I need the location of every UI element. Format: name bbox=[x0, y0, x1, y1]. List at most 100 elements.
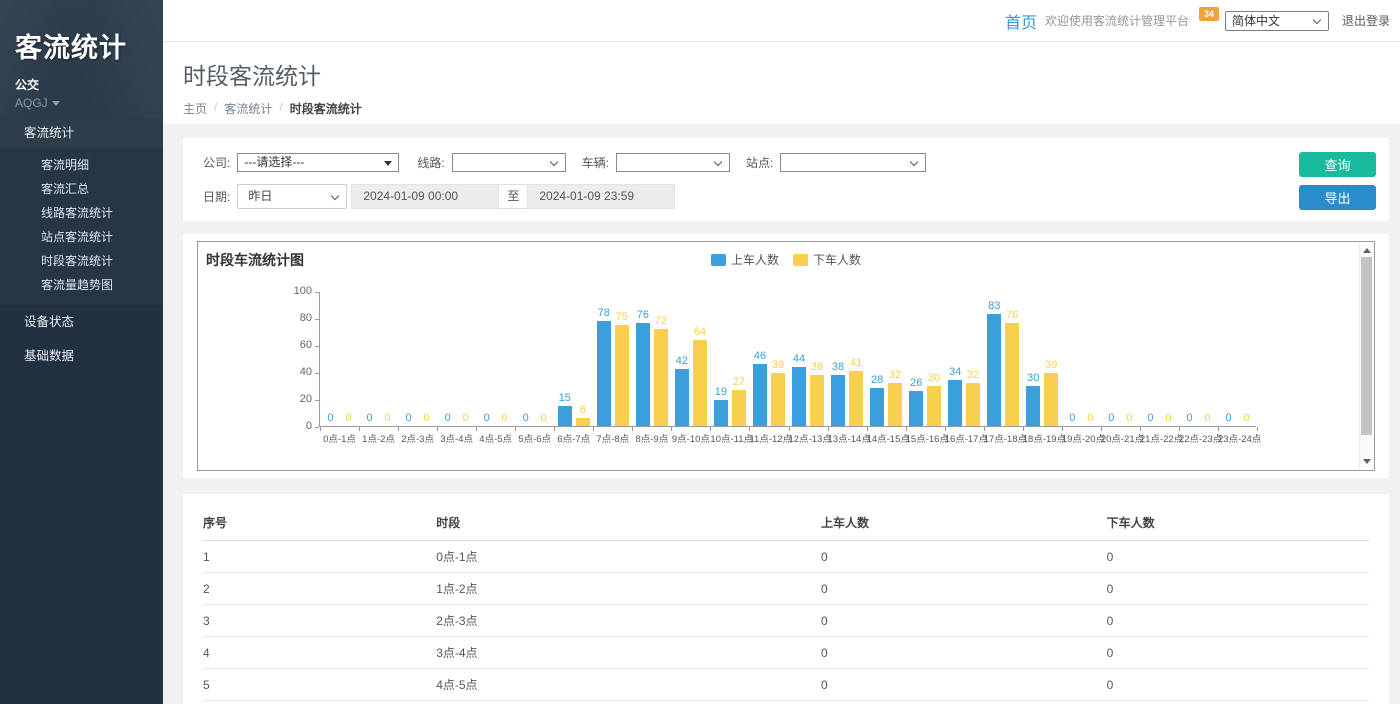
table-cell: 0 bbox=[1107, 541, 1369, 573]
table-cell: 0 bbox=[1107, 669, 1369, 701]
bar: 32 bbox=[966, 383, 980, 426]
bar-group: 7672 bbox=[632, 291, 671, 426]
bar-group: 00 bbox=[1218, 291, 1257, 426]
sidebar-item-station-stats[interactable]: 站点客流统计 bbox=[0, 225, 163, 249]
table-row: 43点-4点00 bbox=[203, 637, 1369, 669]
date-to-input[interactable]: 2024-01-09 23:59 bbox=[527, 184, 675, 209]
bar: 78 bbox=[597, 321, 611, 426]
bar-value-label: 39 bbox=[1045, 359, 1057, 371]
x-axis-category-label: 12点-13点 bbox=[789, 431, 828, 445]
bar-value-label: 19 bbox=[715, 386, 727, 398]
scroll-up-icon[interactable] bbox=[1363, 248, 1371, 253]
chart-title: 时段车流统计图 bbox=[206, 250, 304, 270]
sidebar-item-flow-summary[interactable]: 客流汇总 bbox=[0, 177, 163, 201]
stats-table-body: 10点-1点0021点-2点0032点-3点0043点-4点0054点-5点00… bbox=[203, 541, 1369, 704]
org-code-dropdown[interactable]: AQGJ bbox=[15, 96, 149, 110]
bar: 39 bbox=[771, 373, 785, 426]
y-axis-tick bbox=[315, 373, 319, 374]
legend-label: 下车人数 bbox=[813, 251, 861, 268]
bar: 38 bbox=[831, 375, 845, 426]
legend-item[interactable]: 下车人数 bbox=[793, 251, 861, 268]
bar-value-label: 27 bbox=[733, 376, 745, 388]
vehicle-select[interactable] bbox=[616, 153, 730, 172]
bar-group: 00 bbox=[320, 291, 359, 426]
bar: 34 bbox=[948, 380, 962, 426]
sidebar-submenu: 客流明细 客流汇总 线路客流统计 站点客流统计 时段客流统计 客流量趋势图 bbox=[0, 148, 163, 305]
station-select[interactable] bbox=[780, 153, 926, 172]
sidebar-item-device-status[interactable]: 设备状态 bbox=[0, 305, 163, 339]
app-logo: 客流统计 bbox=[15, 26, 149, 65]
bar-value-label: 0 bbox=[366, 412, 372, 424]
topbar: 首页 欢迎使用客流统计管理平台 34 简体中文 退出登录 bbox=[163, 0, 1400, 42]
bar-value-label: 83 bbox=[988, 300, 1000, 312]
org-name: 公交 bbox=[15, 76, 149, 93]
sidebar-item-line-stats[interactable]: 线路客流统计 bbox=[0, 201, 163, 225]
export-button[interactable]: 导出 bbox=[1299, 185, 1376, 210]
bar-value-label: 76 bbox=[1006, 309, 1018, 321]
bar-value-label: 0 bbox=[1225, 412, 1231, 424]
breadcrumb-passenger-stats[interactable]: 客流统计 bbox=[224, 100, 272, 117]
scroll-down-icon[interactable] bbox=[1363, 459, 1371, 464]
chart-scrollbar[interactable] bbox=[1359, 243, 1373, 469]
line-select[interactable] bbox=[452, 153, 566, 172]
y-axis-tick-label: 100 bbox=[282, 285, 312, 297]
chart-panel: 时段车流统计图 上车人数下车人数 020406080100000点-1点001点… bbox=[183, 234, 1389, 478]
date-preset-value: 昨日 bbox=[248, 189, 272, 203]
company-select[interactable]: ---请选择--- bbox=[237, 153, 399, 172]
bar-group: 00 bbox=[1179, 291, 1218, 426]
bar: 19 bbox=[714, 400, 728, 426]
table-cell: 4 bbox=[203, 637, 436, 669]
language-select[interactable]: 简体中文 bbox=[1225, 11, 1329, 31]
sidebar-item-passenger-stats[interactable]: 客流统计 bbox=[0, 118, 163, 148]
legend-swatch-icon bbox=[711, 254, 726, 266]
sidebar-item-period-stats[interactable]: 时段客流统计 bbox=[0, 249, 163, 273]
y-axis-tick-label: 80 bbox=[282, 312, 312, 324]
main-area: 首页 欢迎使用客流统计管理平台 34 简体中文 退出登录 时段客流统计 主页 /… bbox=[163, 0, 1400, 704]
x-axis-category-label: 5点-6点 bbox=[515, 431, 554, 445]
bar: 26 bbox=[909, 391, 923, 426]
sidebar-item-trend-chart[interactable]: 客流量趋势图 bbox=[0, 273, 163, 297]
table-row: 21点-2点00 bbox=[203, 573, 1369, 605]
bar: 32 bbox=[888, 383, 902, 426]
date-preset-select[interactable]: 昨日 bbox=[237, 184, 347, 209]
x-axis-category-label: 0点-1点 bbox=[320, 431, 359, 445]
query-button[interactable]: 查询 bbox=[1299, 152, 1376, 177]
home-link[interactable]: 首页 bbox=[1005, 9, 1037, 33]
vehicle-label: 车辆: bbox=[582, 154, 609, 171]
x-axis-category-label: 8点-9点 bbox=[632, 431, 671, 445]
stats-table-header-row: 序号时段上车人数下车人数 bbox=[203, 504, 1369, 541]
sidebar-item-flow-detail[interactable]: 客流明细 bbox=[0, 153, 163, 177]
sidebar-item-base-data[interactable]: 基础数据 bbox=[0, 339, 163, 373]
x-axis-category-label: 10点-11点 bbox=[710, 431, 749, 445]
content-area: 公司: ---请选择--- 线路: 车辆: 站点: bbox=[163, 124, 1400, 704]
x-axis-category-label: 9点-10点 bbox=[671, 431, 710, 445]
bar-group: 00 bbox=[1101, 291, 1140, 426]
table-cell: 6 bbox=[203, 701, 436, 704]
table-header-cell: 序号 bbox=[203, 504, 436, 541]
table-cell: 0 bbox=[821, 541, 1107, 573]
page-header: 时段客流统计 主页 / 客流统计 / 时段客流统计 bbox=[163, 42, 1400, 124]
table-cell: 0 bbox=[1107, 605, 1369, 637]
table-row: 10点-1点00 bbox=[203, 541, 1369, 573]
chart-box: 时段车流统计图 上车人数下车人数 020406080100000点-1点001点… bbox=[197, 241, 1375, 471]
sidebar-header: 客流统计 公交 AQGJ bbox=[0, 0, 163, 118]
x-axis-category-label: 21点-22点 bbox=[1140, 431, 1179, 445]
bar: 41 bbox=[849, 371, 863, 426]
legend-item[interactable]: 上车人数 bbox=[711, 251, 779, 268]
date-from-input[interactable]: 2024-01-09 00:00 bbox=[351, 184, 499, 209]
bar: 83 bbox=[987, 314, 1001, 426]
y-axis-tick-label: 40 bbox=[282, 366, 312, 378]
breadcrumb-home[interactable]: 主页 bbox=[183, 100, 207, 117]
x-axis-category-label: 3点-4点 bbox=[437, 431, 476, 445]
stats-table: 序号时段上车人数下车人数 10点-1点0021点-2点0032点-3点0043点… bbox=[203, 504, 1369, 704]
bar-value-label: 38 bbox=[811, 361, 823, 373]
notification-badge[interactable]: 34 bbox=[1199, 7, 1219, 21]
logout-link[interactable]: 退出登录 bbox=[1342, 12, 1390, 29]
table-row: 32点-3点00 bbox=[203, 605, 1369, 637]
bar: 46 bbox=[753, 364, 767, 426]
bar-value-label: 0 bbox=[541, 412, 547, 424]
y-axis-tick-label: 0 bbox=[282, 420, 312, 432]
y-axis-tick bbox=[315, 400, 319, 401]
table-cell: 1 bbox=[203, 541, 436, 573]
scrollbar-thumb[interactable] bbox=[1361, 257, 1372, 435]
